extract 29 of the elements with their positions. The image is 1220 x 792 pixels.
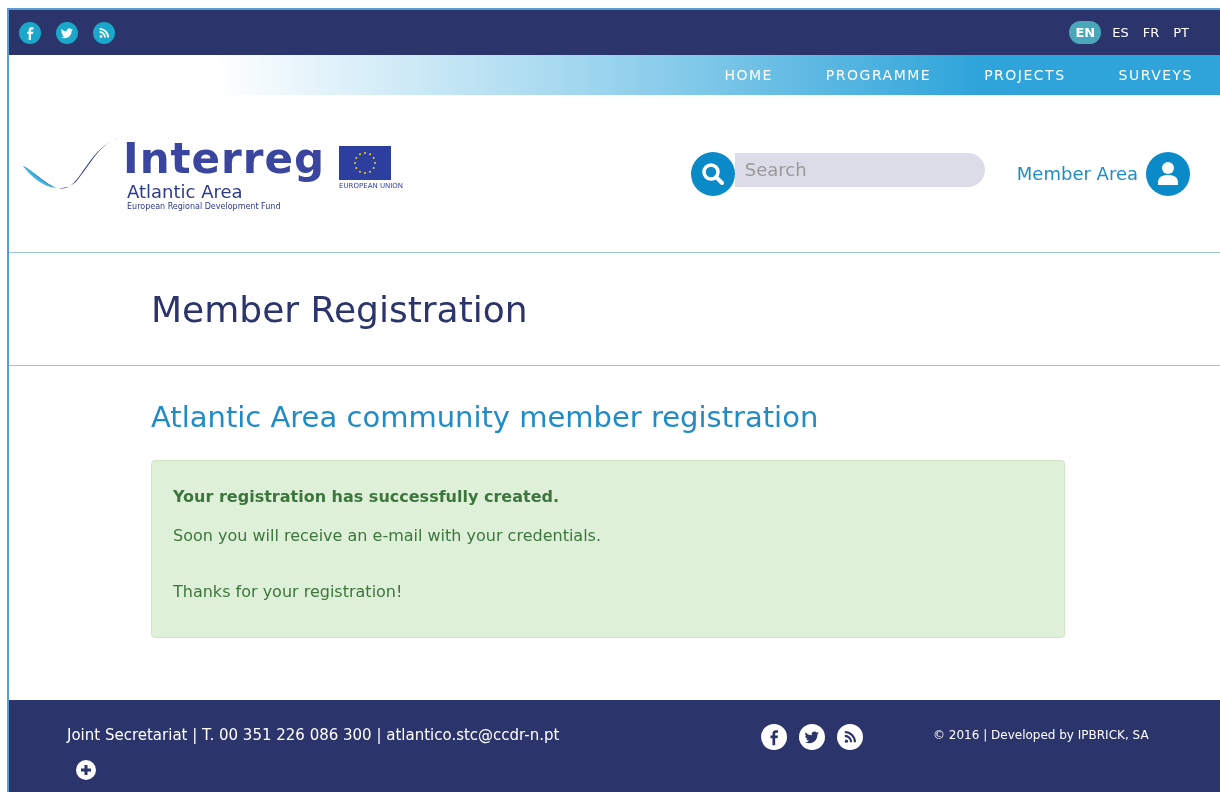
- nav-link[interactable]: SURVEYS: [1118, 67, 1193, 83]
- language-link[interactable]: EN: [1069, 21, 1102, 44]
- twitter-icon[interactable]: [799, 724, 825, 750]
- member-area-link[interactable]: Member Area: [1016, 163, 1138, 184]
- search-field[interactable]: Search: [734, 152, 985, 187]
- nav-link[interactable]: PROJECTS: [984, 67, 1066, 83]
- alert-text: Thanks for your registration!: [173, 582, 404, 601]
- language-link[interactable]: ES: [1109, 21, 1132, 44]
- language-link[interactable]: PT: [1170, 21, 1192, 44]
- facebook-icon[interactable]: [761, 724, 787, 750]
- user-icon[interactable]: [1146, 151, 1190, 196]
- twitter-icon[interactable]: [56, 21, 78, 44]
- section-heading: Atlantic Area community member registration: [151, 400, 820, 434]
- rss-icon[interactable]: [837, 724, 863, 750]
- contact-info: Joint Secretariat | T. 00 351 226 086 300 | atlantico.stc@ccdr-n.pt: [67, 726, 561, 744]
- rss-icon[interactable]: [93, 21, 115, 44]
- plus-icon[interactable]: [76, 760, 96, 780]
- logo-subtitle: European Regional Development Fund: [127, 202, 282, 211]
- language-link[interactable]: FR: [1139, 21, 1163, 44]
- copyright-text: © 2016 | Developed by IPBRICK, SA: [933, 728, 1149, 742]
- eu-flag-icon: [339, 146, 392, 180]
- search-icon[interactable]: [690, 151, 735, 196]
- logo-region: Atlantic Area: [127, 182, 243, 202]
- alert-text: Soon you will receive an e-mail with your credentials.: [173, 526, 602, 545]
- nav-link[interactable]: HOME: [724, 67, 773, 83]
- facebook-icon[interactable]: [19, 21, 41, 44]
- alert-title: Your registration has successfully created.: [173, 487, 561, 506]
- page-title: Member Registration: [151, 288, 528, 330]
- nav-link[interactable]: PROGRAMME: [825, 67, 932, 83]
